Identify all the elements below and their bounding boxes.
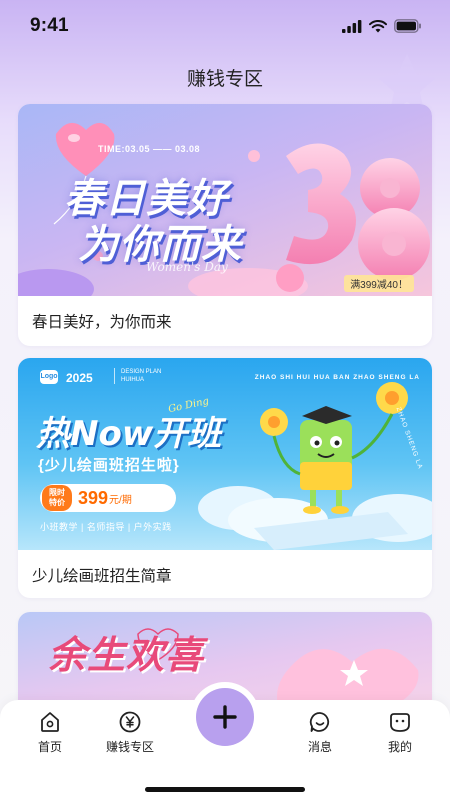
campaign-card[interactable]: TIME:03.05 —— 03.08 春日美好 为你而来 Women's Da…	[18, 104, 432, 346]
campaign-card[interactable]: Logo 2025 DESIGN PLAN HUIHUA ZHAO SHI HU…	[18, 358, 432, 598]
price-unit: 元/期	[109, 494, 132, 506]
home-indicator[interactable]	[145, 787, 305, 792]
card-caption: 春日美好，为你而来	[32, 314, 172, 331]
price-box: 限时特价 399 元/期	[40, 484, 176, 512]
tab-messages[interactable]: 消息	[284, 710, 356, 755]
home-icon	[41, 712, 59, 732]
banner-headline: 热Now开班	[36, 414, 222, 454]
tab-home[interactable]: 首页	[14, 710, 86, 755]
tab-label: 我的	[387, 740, 412, 754]
banner-title: 余生欢喜	[48, 632, 205, 677]
banner-mini-text: DESIGN PLAN HUIHUA	[114, 368, 174, 384]
tab-label: 消息	[307, 740, 332, 754]
tab-label: 首页	[37, 740, 62, 754]
plus-icon	[213, 705, 237, 729]
yen-coin-icon	[119, 711, 141, 733]
campaign-banner-spring[interactable]: TIME:03.05 —— 03.08 春日美好 为你而来 Women's Da…	[18, 104, 432, 296]
signal-icon	[342, 19, 362, 33]
battery-icon	[394, 19, 421, 33]
tab-label: 赚钱专区	[105, 740, 154, 754]
brand-logo: Logo	[40, 370, 58, 384]
banner-year: 2025	[66, 371, 93, 385]
smile-message-icon	[309, 712, 330, 732]
status-time: 9:41	[30, 15, 69, 36]
status-icons	[342, 19, 422, 33]
price-value: 399	[78, 487, 109, 508]
wifi-icon	[369, 19, 387, 32]
banner-promo-tag: 满399减40！	[344, 275, 414, 292]
campaign-banner-painting-class[interactable]: Logo 2025 DESIGN PLAN HUIHUA ZHAO SHI HU…	[18, 358, 432, 550]
banner-top-text: ZHAO SHI HUI HUA BAN ZHAO SHENG LA	[254, 374, 420, 381]
page-title: 赚钱专区	[186, 69, 263, 90]
banner-time-range: TIME:03.05 —— 03.08	[98, 144, 201, 154]
profile-face-icon	[390, 713, 410, 732]
banner-subtitle: {少儿绘画班招生啦}	[38, 457, 180, 474]
tab-earn-zone[interactable]: 赚钱专区	[94, 710, 166, 755]
status-bar: 9:41	[0, 0, 450, 52]
card-caption: 少儿绘画班招生简章	[32, 568, 172, 585]
banner-script-text: Women's Day	[146, 260, 228, 274]
price-tag: 限时特价	[42, 485, 72, 511]
tab-profile[interactable]: 我的	[364, 710, 436, 755]
create-button[interactable]	[196, 688, 254, 746]
banner-features: 小班教学 | 名师指导 | 户外实践	[40, 522, 172, 532]
